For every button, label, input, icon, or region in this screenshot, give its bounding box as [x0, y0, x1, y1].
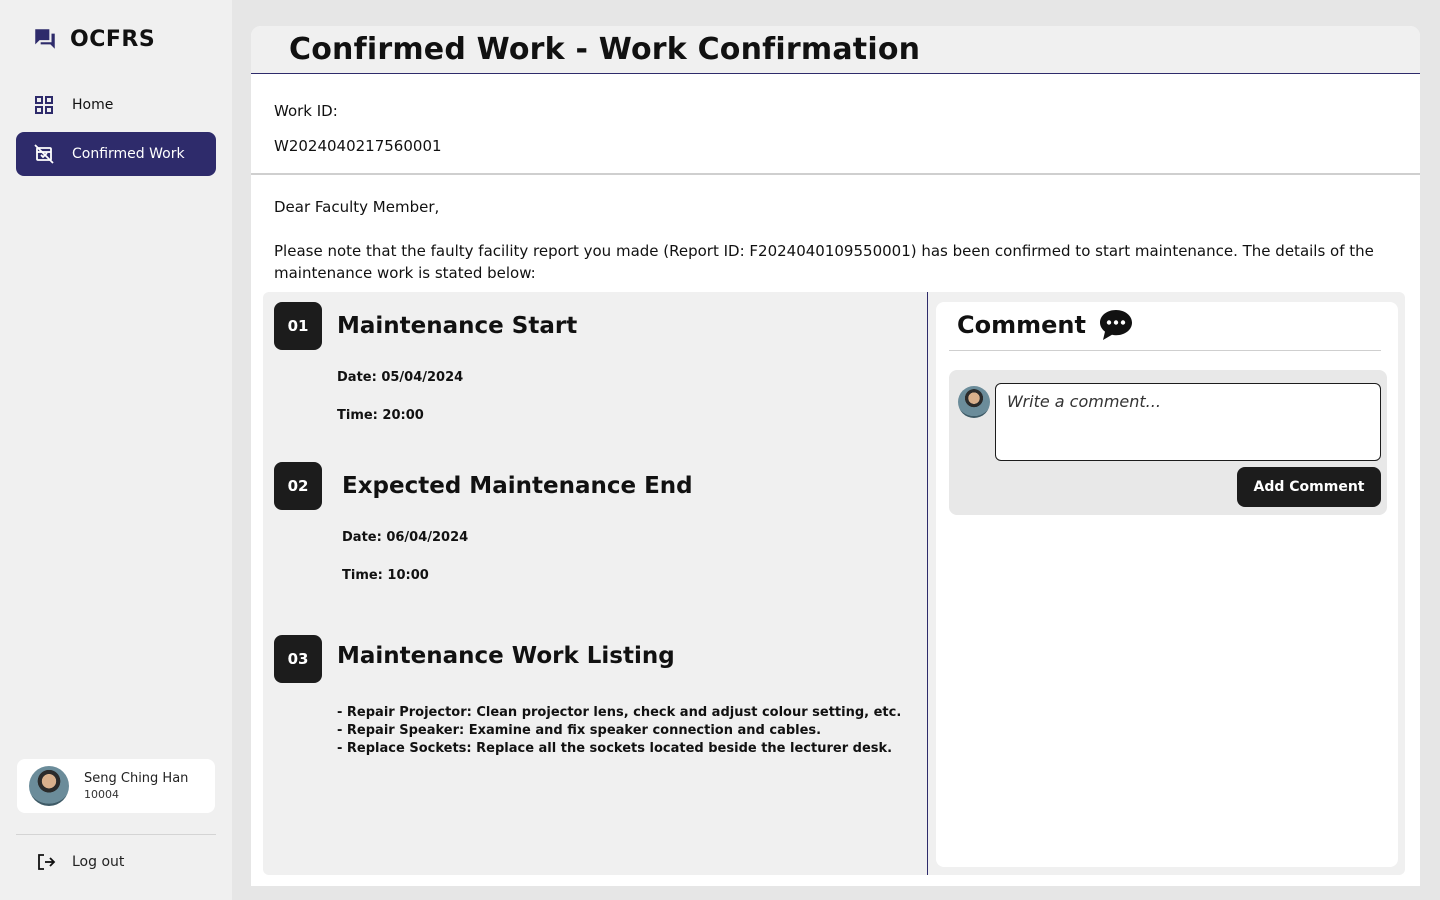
step-time: Time: 20:00: [337, 408, 424, 423]
list-item: - Repair Projector: Clean projector lens…: [337, 705, 902, 720]
work-id-section: Work ID: W2024040217560001: [251, 74, 1420, 175]
brand[interactable]: OCFRS: [32, 26, 155, 52]
sidebar: OCFRS Home Confirmed Work Seng Ching Han…: [0, 0, 232, 900]
step-date: Date: 05/04/2024: [337, 370, 464, 385]
sidebar-item-confirmed-work[interactable]: Confirmed Work: [16, 132, 216, 176]
sidebar-divider: [16, 834, 216, 835]
list-item: - Replace Sockets: Replace all the socke…: [337, 741, 893, 756]
work-id-label: Work ID:: [274, 102, 338, 120]
comment-divider: [949, 350, 1381, 351]
step-time: Time: 10:00: [342, 568, 429, 583]
logout-button[interactable]: Log out: [36, 852, 124, 872]
page-header: Confirmed Work - Work Confirmation: [251, 26, 1420, 74]
speech-bubble-icon: [1099, 310, 1132, 340]
greeting: Dear Faculty Member,: [274, 198, 440, 216]
comment-panel: Comment Add Comment: [936, 302, 1398, 867]
avatar: [29, 766, 69, 806]
maintenance-steps: 01 Maintenance Start Date: 05/04/2024 Ti…: [263, 292, 928, 875]
sidebar-item-label: Confirmed Work: [72, 146, 185, 162]
step-title: Maintenance Work Listing: [337, 643, 675, 669]
logout-icon: [38, 854, 56, 870]
list-item: - Repair Speaker: Examine and fix speake…: [337, 723, 822, 738]
comment-input[interactable]: [995, 383, 1381, 461]
avatar: [958, 386, 990, 418]
comment-title: Comment: [957, 311, 1086, 339]
step-badge: 01: [274, 302, 322, 350]
user-id: 10004: [84, 788, 119, 801]
sidebar-item-label: Home: [72, 97, 114, 113]
step-title: Maintenance Start: [337, 313, 578, 339]
work-id-value: W2024040217560001: [274, 137, 442, 155]
app-name: OCFRS: [70, 26, 156, 52]
confirmation-letter: Dear Faculty Member, Please note that th…: [251, 175, 1420, 284]
step-title: Expected Maintenance End: [342, 473, 693, 499]
user-name: Seng Ching Han: [84, 771, 189, 786]
sidebar-item-home[interactable]: Home: [16, 83, 216, 127]
confirmed-work-icon: [34, 144, 54, 164]
comment-composer: Add Comment: [949, 370, 1387, 515]
logout-label: Log out: [72, 854, 125, 870]
work-listing: - Repair Projector: Clean projector lens…: [337, 704, 901, 758]
step-badge: 03: [274, 635, 322, 683]
page-title: Confirmed Work - Work Confirmation: [289, 32, 921, 67]
main-content: Confirmed Work - Work Confirmation Work …: [251, 26, 1420, 886]
comment-header: Comment: [957, 308, 1134, 342]
step-badge: 02: [274, 462, 322, 510]
add-comment-button[interactable]: Add Comment: [1237, 467, 1381, 507]
maintenance-details: 01 Maintenance Start Date: 05/04/2024 Ti…: [263, 292, 1405, 875]
step-date: Date: 06/04/2024: [342, 530, 469, 545]
confirmation-message: Please note that the faulty facility rep…: [274, 242, 1374, 282]
user-card[interactable]: Seng Ching Han 10004: [17, 759, 215, 813]
grid-icon: [34, 95, 54, 115]
chat-bubbles-icon: [35, 29, 55, 49]
